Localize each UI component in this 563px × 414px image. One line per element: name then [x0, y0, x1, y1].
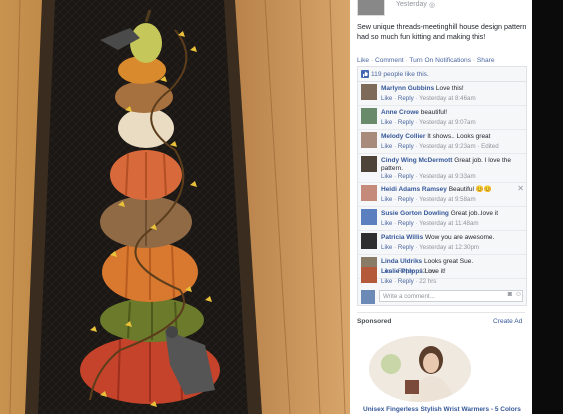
write-comment-placeholder: Write a comment...	[383, 293, 435, 300]
post-photo[interactable]	[0, 0, 350, 414]
comment-text: Looks great Sue.	[424, 258, 474, 265]
comment-reply-link[interactable]: Reply	[398, 173, 414, 180]
comment-reply-link[interactable]: Reply	[398, 196, 414, 203]
comment-item: Heidi Adams Ramsey Beautiful 😊😊 Like · R…	[358, 183, 526, 207]
likes-summary[interactable]: 119 people like this.	[358, 69, 526, 82]
create-ad-link[interactable]: Create Ad	[493, 318, 522, 325]
comment-like-link[interactable]: Like	[381, 196, 392, 203]
commenter-name[interactable]: Cindy Wing McDermott	[381, 157, 452, 164]
comment-time[interactable]: Yesterday at 9:07am	[419, 119, 476, 126]
comment-item: Patricia Willis Wow you are awesome. Lik…	[358, 231, 526, 255]
sponsored-label: Sponsored	[357, 318, 392, 325]
write-comment-row: Write a comment... ◙ ☺	[358, 290, 526, 305]
comment-time[interactable]: Yesterday at 12:30pm	[419, 244, 479, 251]
post-actions: Like · Comment · Turn On Notifications ·…	[357, 57, 495, 64]
comment-time[interactable]: Yesterday at 11:48am	[419, 220, 479, 227]
commenter-avatar[interactable]	[361, 233, 377, 249]
ad-photo-image	[369, 336, 471, 402]
comment-reply-link[interactable]: Reply	[398, 278, 414, 285]
comment-action[interactable]: Comment	[375, 57, 404, 64]
ad-image[interactable]	[369, 336, 471, 402]
comment-text: It shows.. Looks great	[427, 133, 491, 140]
comment-like-link[interactable]: Like	[381, 244, 392, 251]
current-user-avatar	[361, 290, 375, 304]
emoji-icon[interactable]: ☺	[515, 291, 522, 298]
comment-time[interactable]: Yesterday at 8:46am	[419, 95, 476, 102]
notifications-action[interactable]: Turn On Notifications	[409, 57, 471, 64]
comment-item: Leslie Phipps Love it! Like · Reply · 22…	[358, 267, 526, 289]
quilt-photo-image	[0, 0, 350, 414]
comment-like-link[interactable]: Like	[381, 220, 392, 227]
likes-count-text: 119 people like this.	[371, 71, 429, 78]
commenter-name[interactable]: Heidi Adams Ramsey	[381, 186, 447, 193]
comment-text: Love this!	[435, 85, 464, 92]
like-action[interactable]: Like	[357, 57, 369, 64]
close-icon[interactable]: ✕	[517, 184, 524, 193]
commenter-avatar[interactable]	[361, 156, 377, 172]
commenter-avatar[interactable]	[361, 185, 377, 201]
comment-item: Cindy Wing McDermott Great job. I love t…	[358, 154, 526, 183]
camera-icon[interactable]: ◙	[508, 291, 512, 298]
commenter-name[interactable]: Marlynn Gubbins	[381, 85, 434, 92]
comment-item: Anne Crowe beautiful! Like · Reply · Yes…	[358, 106, 526, 130]
commenter-name[interactable]: Patricia Willis	[381, 234, 423, 241]
poster-avatar[interactable]	[357, 0, 385, 16]
comment-reply-link[interactable]: Reply	[398, 95, 414, 102]
comment-time[interactable]: 22 hrs	[419, 278, 436, 285]
comment-text: Beautiful 😊😊	[448, 186, 492, 193]
commenter-avatar[interactable]	[361, 108, 377, 124]
comment-text: beautiful!	[420, 109, 448, 116]
commenter-name[interactable]: Linda Uldriks	[381, 258, 422, 265]
commenter-name[interactable]: Susie Gorton Dowling	[381, 210, 449, 217]
commenter-name[interactable]: Melody Collier	[381, 133, 425, 140]
comment-like-link[interactable]: Like	[381, 278, 392, 285]
commenter-name[interactable]: Anne Crowe	[381, 109, 419, 116]
comment-text: Wow you are awesome.	[425, 234, 495, 241]
commenter-avatar[interactable]	[361, 209, 377, 225]
comment-item: Melody Collier It shows.. Looks great Li…	[358, 130, 526, 154]
comment-like-link[interactable]: Like	[381, 119, 392, 126]
comment-reply-link[interactable]: Reply	[398, 244, 414, 251]
share-action[interactable]: Share	[477, 57, 495, 64]
comment-text: Love it!	[424, 268, 446, 275]
screen-edge	[532, 0, 563, 414]
comment-like-link[interactable]: Like	[381, 173, 392, 180]
globe-icon: ◎	[429, 2, 436, 9]
comment-text: Great job..love it	[450, 210, 499, 217]
commenter-avatar[interactable]	[361, 267, 377, 283]
comment-time[interactable]: Yesterday at 9:58am	[419, 196, 476, 203]
comment-item: Susie Gorton Dowling Great job..love it …	[358, 207, 526, 231]
post-timestamp[interactable]: Yesterday	[396, 1, 427, 8]
comment-time[interactable]: Yesterday at 9:33am	[419, 173, 476, 180]
comment-like-link[interactable]: Like	[381, 143, 392, 150]
comment-item: Marlynn Gubbins Love this! Like · Reply …	[358, 82, 526, 106]
comment-reply-link[interactable]: Reply	[398, 143, 414, 150]
comment-like-link[interactable]: Like	[381, 95, 392, 102]
post-caption: Sew unique threads-meetinghill house des…	[357, 22, 527, 41]
ad-title-link[interactable]: Unisex Fingerless Stylish Wrist Warmers …	[363, 406, 531, 413]
write-comment-input[interactable]: Write a comment...	[379, 290, 523, 302]
comment-time[interactable]: Yesterday at 9:23am · Edited	[419, 143, 499, 150]
comment-reply-link[interactable]: Reply	[398, 220, 414, 227]
comment-reply-link[interactable]: Reply	[398, 119, 414, 126]
divider	[357, 312, 525, 313]
commenter-avatar[interactable]	[361, 84, 377, 100]
comments-panel: 119 people like this. Marlynn Gubbins Lo…	[357, 66, 527, 306]
commenter-avatar[interactable]	[361, 132, 377, 148]
commenter-name[interactable]: Leslie Phipps	[381, 268, 423, 275]
like-thumb-icon	[361, 70, 369, 78]
